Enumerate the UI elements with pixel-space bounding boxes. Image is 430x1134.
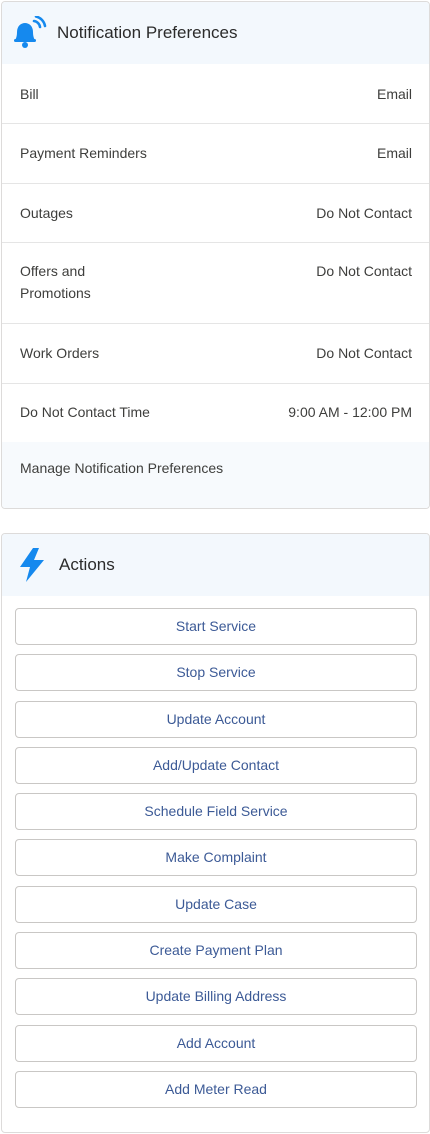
notification-preferences-card: Notification Preferences Bill Email Paym… — [1, 1, 430, 509]
update-account-button[interactable]: Update Account — [15, 700, 417, 738]
actions-card: Actions Start Service Stop Service Updat… — [1, 533, 430, 1133]
pref-label: Outages — [20, 205, 73, 221]
pref-row-offers-promotions: Offers and Promotions Do Not Contact — [2, 243, 429, 324]
actions-list: Start Service Stop Service Update Accoun… — [2, 596, 429, 1108]
start-service-button[interactable]: Start Service — [15, 608, 417, 645]
manage-notification-preferences-link[interactable]: Manage Notification Preferences — [2, 442, 429, 508]
actions-header: Actions — [2, 534, 429, 596]
schedule-field-service-button[interactable]: Schedule Field Service — [15, 793, 417, 831]
pref-row-work-orders: Work Orders Do Not Contact — [2, 324, 429, 384]
actions-title: Actions — [59, 555, 115, 574]
pref-value: Do Not Contact — [316, 263, 412, 279]
update-case-button[interactable]: Update Case — [15, 885, 417, 923]
stop-service-button[interactable]: Stop Service — [15, 654, 417, 692]
pref-value: Email — [376, 86, 412, 102]
pref-value: Do Not Contact — [316, 205, 412, 221]
pref-label: Do Not Contact Time — [20, 404, 150, 420]
pref-label: Bill — [20, 86, 39, 102]
pref-value: Email — [376, 145, 412, 161]
pref-row-bill: Bill Email — [2, 64, 429, 124]
notification-preferences-title: Notification Preferences — [57, 23, 238, 42]
notification-preferences-header: Notification Preferences — [2, 2, 429, 64]
update-billing-address-button[interactable]: Update Billing Address — [15, 978, 417, 1016]
pref-value: Do Not Contact — [316, 345, 412, 361]
make-complaint-button[interactable]: Make Complaint — [15, 839, 417, 877]
create-payment-plan-button[interactable]: Create Payment Plan — [15, 932, 417, 970]
pref-row-payment-reminders: Payment Reminders Email — [2, 124, 429, 184]
pref-row-outages: Outages Do Not Contact — [2, 184, 429, 243]
pref-label: Offers and Promotions — [20, 263, 91, 301]
pref-label: Work Orders — [20, 345, 100, 361]
add-meter-read-button[interactable]: Add Meter Read — [15, 1070, 417, 1108]
add-update-contact-button[interactable]: Add/Update Contact — [15, 746, 417, 784]
lightning-bolt-icon — [17, 547, 47, 583]
pref-row-do-not-contact-time: Do Not Contact Time 9:00 AM - 12:00 PM — [2, 384, 429, 442]
add-account-button[interactable]: Add Account — [15, 1024, 417, 1062]
pref-value: 9:00 AM - 12:00 PM — [288, 404, 412, 420]
bell-broadcast-icon — [11, 16, 47, 50]
pref-label: Payment Reminders — [20, 145, 147, 161]
